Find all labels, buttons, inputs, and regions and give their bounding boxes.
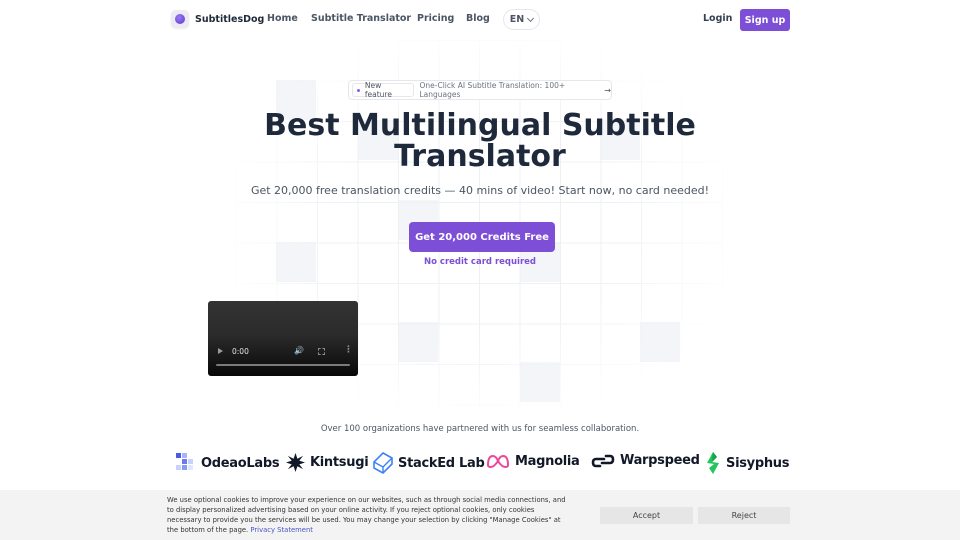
partner-name: Magnolia xyxy=(515,453,580,469)
nav-blog[interactable]: Blog xyxy=(466,13,490,24)
partner-name: Sisyphus xyxy=(726,455,790,471)
pixel-squares-icon xyxy=(176,453,193,470)
play-icon[interactable] xyxy=(218,348,223,354)
volume-icon[interactable]: 🔊 xyxy=(294,346,304,355)
video-time: 0:00 xyxy=(232,347,249,356)
bolt-leaf-icon xyxy=(707,452,719,474)
announcement-banner[interactable]: New feature One-Click AI Subtitle Transl… xyxy=(348,80,612,100)
infinity-loops-icon xyxy=(486,454,510,469)
accept-cookies-button[interactable]: Accept xyxy=(600,507,693,524)
nav-home[interactable]: Home xyxy=(267,13,298,24)
chevron-down-icon xyxy=(527,14,535,22)
stacked-hexagon-icon xyxy=(373,452,393,474)
fullscreen-icon[interactable] xyxy=(318,348,325,355)
partner-logos: OdeaoLabs Kintsugi StackEd Lab Magnolia … xyxy=(0,451,960,477)
hero-title-line-1: Best Multilingual Subtitle xyxy=(264,108,696,143)
partner-logo-warpspeed: Warpspeed xyxy=(591,453,700,468)
video-progress-bar[interactable] xyxy=(216,364,350,366)
partner-logo-magnolia: Magnolia xyxy=(486,453,580,469)
cookie-banner: We use optional cookies to improve your … xyxy=(0,490,960,540)
top-navbar: SubtitlesDog Home Subtitle Translator Pr… xyxy=(0,0,960,40)
more-options-icon[interactable]: ⋮ xyxy=(344,346,353,355)
hero-title: Best Multilingual Subtitle Translator xyxy=(0,110,960,172)
partner-logo-odeaolabs: OdeaoLabs xyxy=(176,453,280,473)
partner-name: Kintsugi xyxy=(310,455,369,470)
partner-logo-kintsugi: Kintsugi xyxy=(286,453,369,472)
badge-label: New feature xyxy=(364,81,392,99)
privacy-statement-link[interactable]: Privacy Statement xyxy=(250,526,313,534)
nav-subtitle-translator[interactable]: Subtitle Translator xyxy=(311,13,411,24)
announcement-text: One-Click AI Subtitle Translation: 100+ … xyxy=(419,81,566,99)
language-value: EN xyxy=(509,14,525,25)
language-selector[interactable]: EN xyxy=(503,9,540,30)
reject-cookies-button[interactable]: Reject xyxy=(698,507,790,524)
partner-logo-stacked-lab: StackEd Lab xyxy=(373,452,485,474)
partner-name: Warpspeed xyxy=(620,453,700,468)
hero-subtitle: Get 20,000 free translation credits — 40… xyxy=(250,184,710,197)
dot-icon xyxy=(357,88,360,92)
partner-name: StackEd Lab xyxy=(398,455,485,471)
link-loop-icon xyxy=(591,454,615,467)
get-credits-button[interactable]: Get 20,000 Credits Free xyxy=(409,222,555,252)
cta-note: No credit card required xyxy=(424,257,536,267)
brand-name: SubtitlesDog xyxy=(195,13,265,25)
login-link[interactable]: Login xyxy=(703,13,732,24)
arrow-right-icon: → xyxy=(604,85,611,95)
partner-name: OdeaoLabs xyxy=(201,455,280,471)
starburst-icon xyxy=(286,453,305,472)
cookie-message: We use optional cookies to improve your … xyxy=(167,496,566,534)
hero-title-line-2: Translator xyxy=(394,139,566,174)
partner-logo-sisyphus: Sisyphus xyxy=(705,452,789,474)
new-feature-badge: New feature xyxy=(352,81,414,99)
brand-logo[interactable]: SubtitlesDog xyxy=(171,10,264,28)
video-player[interactable]: 0:00 🔊 ⋮ xyxy=(208,301,358,376)
partners-caption: Over 100 organizations have partnered wi… xyxy=(320,424,640,434)
cookie-text: We use optional cookies to improve your … xyxy=(167,495,567,535)
signup-button[interactable]: Sign up xyxy=(740,9,790,31)
nav-pricing[interactable]: Pricing xyxy=(417,13,454,24)
logo-icon xyxy=(171,10,189,28)
